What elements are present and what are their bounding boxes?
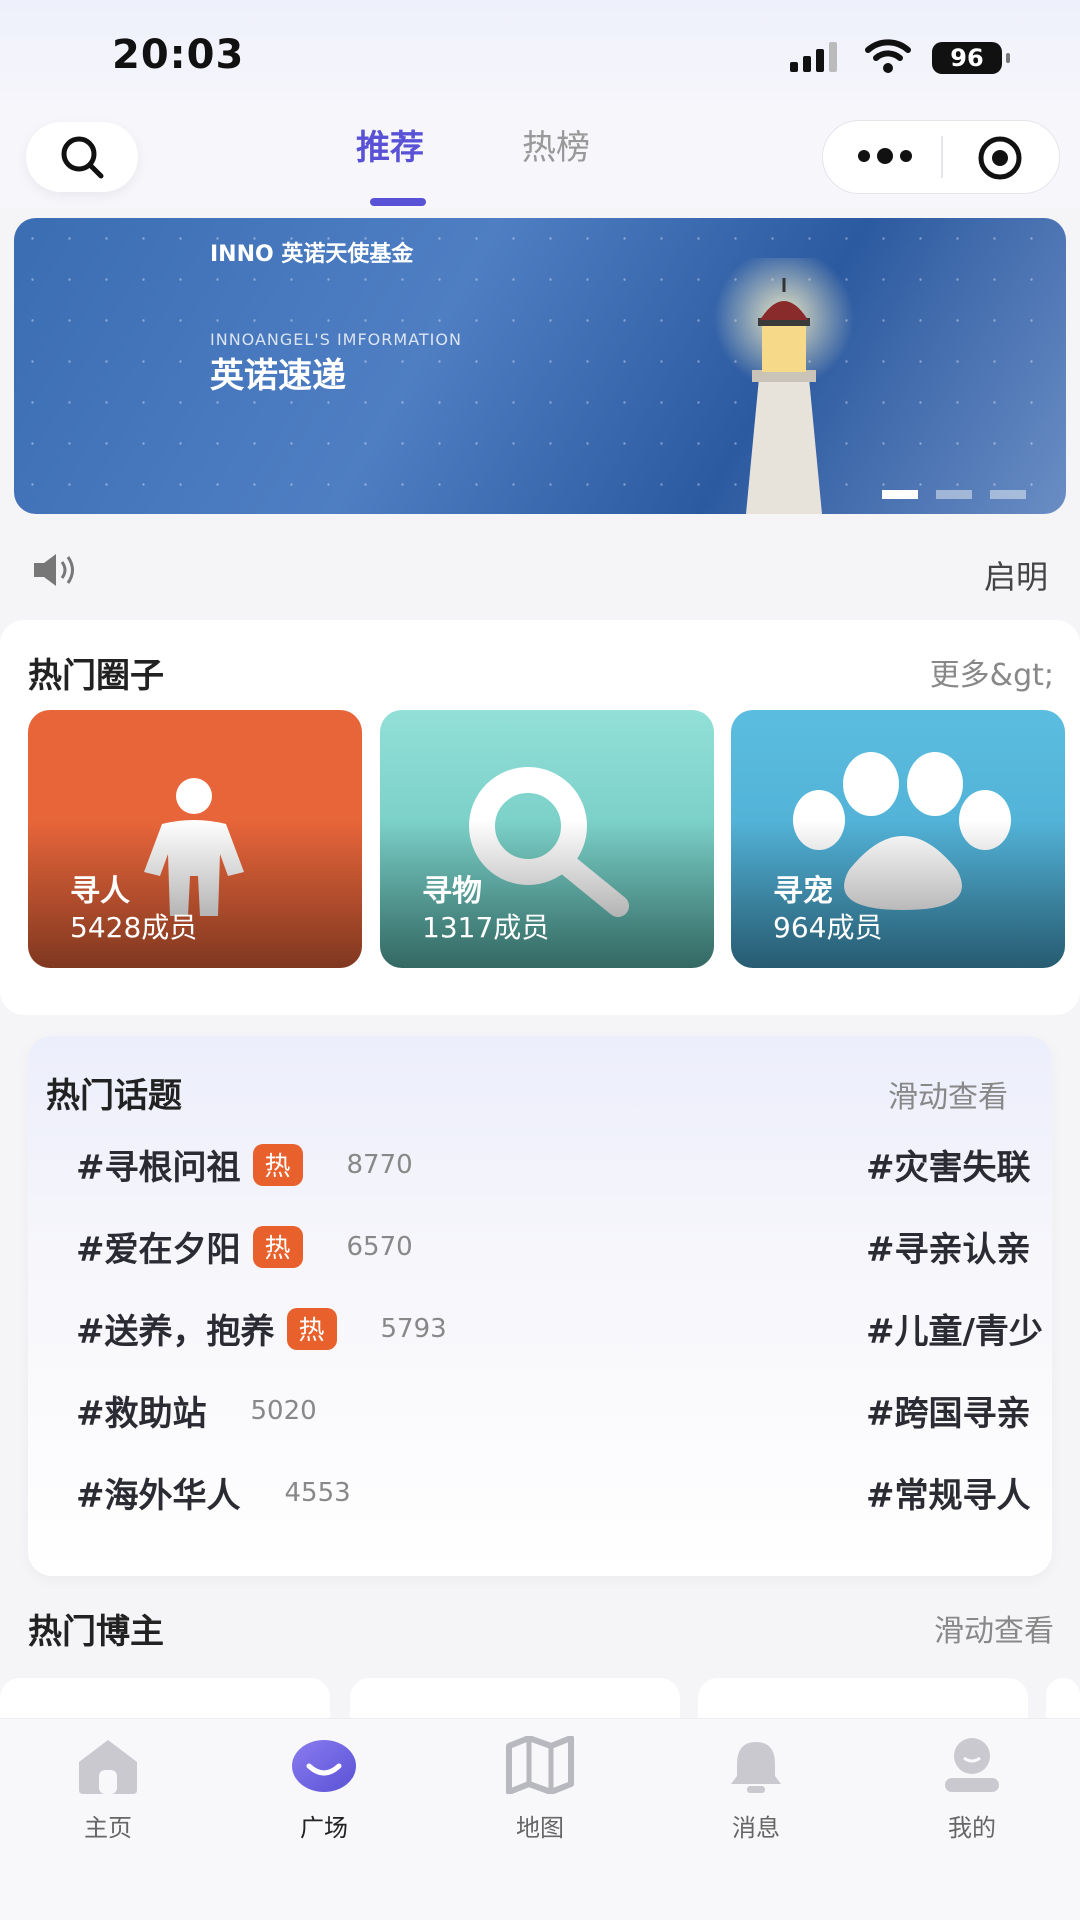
- plaza-icon: [292, 1740, 356, 1792]
- circle-member-count: 1317成员: [422, 911, 550, 944]
- circle-name: 寻人: [70, 874, 130, 909]
- hot-circles-more-link[interactable]: 更多&gt;: [930, 650, 1054, 694]
- topic-tag: #海外华人: [76, 1476, 241, 1516]
- search-button[interactable]: [26, 122, 138, 192]
- wifi-icon: [865, 39, 911, 73]
- banner-title: 英诺速递: [210, 356, 346, 396]
- tab-label: 广场: [300, 1814, 348, 1842]
- tab-plaza[interactable]: 广场: [254, 1736, 394, 1843]
- hot-badge: 热: [252, 1225, 303, 1268]
- speaker-icon: [34, 554, 74, 586]
- topic-tag: #救助站: [76, 1394, 207, 1434]
- hot-topics-title: 热门话题: [46, 1076, 182, 1116]
- close-target-icon[interactable]: [976, 136, 1024, 180]
- hot-topics-hint: 滑动查看: [888, 1080, 1008, 1115]
- topic-tag[interactable]: #跨国寻亲: [866, 1386, 1031, 1435]
- hot-circles-title: 热门圈子: [28, 656, 164, 696]
- map-icon: [506, 1735, 574, 1795]
- active-tab-indicator: [370, 198, 426, 206]
- circle-member-count: 5428成员: [70, 911, 198, 944]
- tab-label: 消息: [732, 1814, 780, 1842]
- battery-indicator: 96: [932, 42, 1010, 74]
- hot-badge: 热: [286, 1307, 337, 1350]
- topic-tag: #爱在夕阳: [76, 1230, 241, 1270]
- hot-bloggers-title: 热门博主: [28, 1612, 164, 1652]
- notice-text[interactable]: 启明: [984, 552, 1048, 598]
- topic-tag: #寻根问祖: [76, 1148, 241, 1188]
- banner-pagination: [882, 490, 1026, 499]
- topic-item[interactable]: #救助站 5020: [76, 1386, 317, 1435]
- topic-right-column: #灾害失联 #寻亲认亲 #儿童/青少 #跨国寻亲 #常规寻人: [866, 1130, 1052, 1570]
- tab-messages[interactable]: 消息: [686, 1736, 826, 1843]
- circle-name: 寻宠: [773, 874, 833, 909]
- topic-count: 5793: [380, 1313, 447, 1344]
- circle-card-find-pet[interactable]: 寻宠 964成员: [731, 710, 1065, 968]
- banner-carousel[interactable]: INNO 英诺天使基金 INNOANGEL'S IMFORMATION 英诺速递: [14, 218, 1066, 514]
- home-icon: [79, 1740, 137, 1794]
- banner-subtitle: INNOANGEL'S IMFORMATION: [210, 330, 462, 349]
- topic-tag: #送养，抱养: [76, 1312, 275, 1352]
- topic-item[interactable]: #海外华人 4553: [76, 1468, 351, 1517]
- tab-label: 地图: [516, 1814, 564, 1842]
- tab-home[interactable]: 主页: [38, 1736, 178, 1843]
- banner-star-background: [14, 218, 1066, 514]
- profile-icon: [945, 1738, 999, 1792]
- tab-label: 我的: [948, 1814, 996, 1842]
- circle-card-find-item[interactable]: 寻物 1317成员: [380, 710, 714, 968]
- more-options-icon[interactable]: [856, 146, 914, 166]
- circle-member-count: 964成员: [773, 911, 883, 944]
- topic-count: 4553: [284, 1477, 351, 1508]
- banner-page-dot[interactable]: [936, 490, 972, 499]
- tab-hot-list[interactable]: 热榜: [522, 120, 590, 169]
- topic-count: 5020: [250, 1395, 317, 1426]
- hot-bloggers-hint: 滑动查看: [934, 1614, 1054, 1649]
- topic-item[interactable]: #爱在夕阳 热 6570: [76, 1222, 413, 1271]
- banner-logo: INNO 英诺天使基金: [210, 242, 414, 267]
- capsule-divider: [941, 136, 943, 178]
- topic-tag[interactable]: #儿童/青少: [866, 1304, 1043, 1353]
- topic-tag[interactable]: #灾害失联: [866, 1140, 1031, 1189]
- topic-item[interactable]: #送养，抱养 热 5793: [76, 1304, 447, 1353]
- tab-recommend[interactable]: 推荐: [356, 120, 424, 169]
- topic-tag[interactable]: #寻亲认亲: [866, 1222, 1031, 1271]
- cellular-signal-icon: [790, 42, 837, 72]
- topic-item[interactable]: #寻根问祖 热 8770: [76, 1140, 413, 1189]
- tab-map[interactable]: 地图: [470, 1735, 610, 1843]
- bell-icon: [731, 1742, 781, 1793]
- topic-count: 6570: [346, 1231, 413, 1262]
- topic-count: 8770: [346, 1149, 413, 1180]
- circle-card-find-person[interactable]: 寻人 5428成员: [28, 710, 362, 968]
- status-time: 20:03: [112, 32, 245, 78]
- banner-page-dot[interactable]: [882, 490, 918, 499]
- lighthouse-illustration: [714, 258, 854, 514]
- circle-name: 寻物: [422, 874, 482, 909]
- search-icon: [61, 136, 104, 179]
- hot-badge: 热: [252, 1143, 303, 1186]
- tab-label: 主页: [84, 1814, 132, 1842]
- banner-page-dot[interactable]: [990, 490, 1026, 499]
- topic-tag[interactable]: #常规寻人: [866, 1468, 1031, 1517]
- tab-profile[interactable]: 我的: [902, 1736, 1042, 1843]
